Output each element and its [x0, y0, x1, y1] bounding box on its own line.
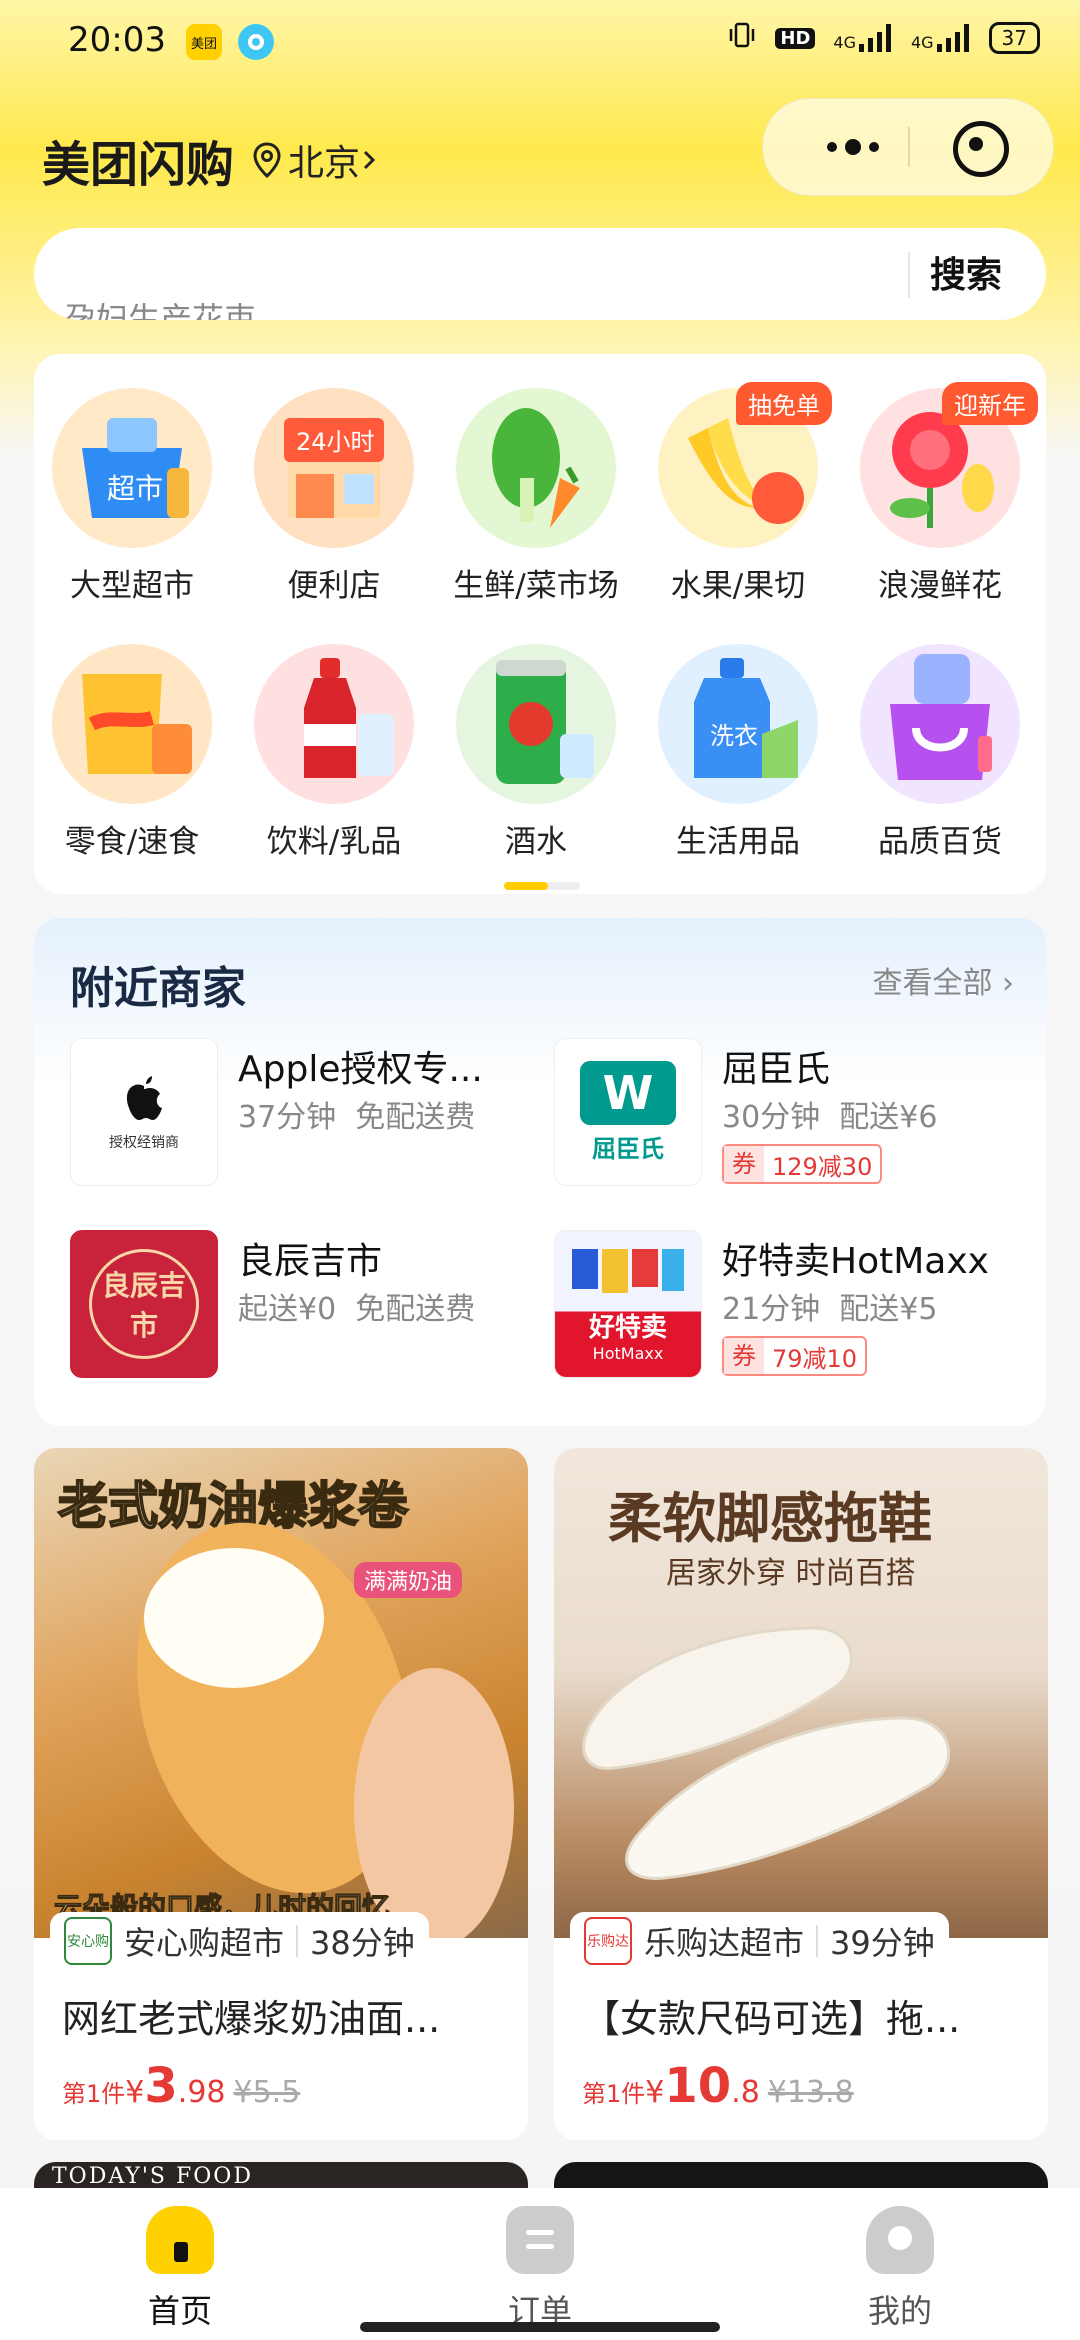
shop-tag: 安心购 安心购超市 38分钟: [50, 1912, 429, 1970]
shopping-bag-icon: [860, 644, 1020, 804]
signal-2-icon: 4G: [911, 24, 971, 52]
location-pin-icon: [253, 142, 281, 178]
watsons-logo: W 屈臣氏: [554, 1038, 702, 1186]
location-text: 北京: [288, 143, 361, 184]
merchant-apple[interactable]: 授权经销商 Apple授权专... 37分钟 免配送费: [70, 1038, 540, 1188]
tab-orders[interactable]: 订单: [460, 2206, 620, 2332]
tab-bar: 首页 订单 我的: [0, 2188, 1080, 2340]
merchant-name: 良辰吉市: [238, 1241, 383, 1282]
product-price: 第1件¥10.8 ¥13.8: [582, 2058, 854, 2114]
merchant-meta: 21分钟 配送¥5: [722, 1292, 938, 1327]
meituan-app-icon: 美团: [186, 24, 222, 60]
liangchen-logo: 良辰吉市: [70, 1230, 218, 1378]
tab-profile[interactable]: 我的: [820, 2206, 980, 2332]
detergent-icon: 洗衣: [658, 644, 818, 804]
home-icon: [146, 2206, 214, 2274]
app-title: 美团闪购: [42, 137, 235, 193]
header: 美团闪购 北京: [42, 125, 384, 195]
snacks-icon: [52, 644, 212, 804]
watsons-w-icon: W: [580, 1060, 676, 1125]
shop-tag: 乐购达 乐购达超市 39分钟: [570, 1912, 949, 1970]
coupon-tag: 券 129减30: [722, 1144, 883, 1184]
merchant-liangchen[interactable]: 良辰吉市 良辰吉市 起送¥0 免配送费: [70, 1230, 540, 1380]
search-bar[interactable]: 孕妇生产花束 搜索: [34, 228, 1046, 320]
merchant-name: 好特卖HotMaxx: [722, 1241, 989, 1282]
search-button[interactable]: 搜索: [930, 246, 1002, 298]
product-title: 【女款尺码可选】拖...: [582, 1997, 961, 2041]
merchant-name: Apple授权专...: [238, 1049, 483, 1090]
chat-app-icon: [238, 24, 274, 60]
nearby-title: 附近商家: [70, 963, 246, 1014]
signal-1-icon: 4G: [833, 24, 893, 52]
category-daily-goods[interactable]: 洗衣 生活用品: [638, 644, 838, 861]
status-bar: 20:03 美团 HD 4G 4G 37: [0, 0, 1080, 80]
category-badge: 抽免单: [736, 382, 832, 425]
merchant-meta: 30分钟 配送¥6: [722, 1100, 938, 1135]
search-input[interactable]: 孕妇生产花束: [64, 294, 256, 320]
location-selector[interactable]: 北京: [252, 134, 384, 186]
category-convenience-store[interactable]: 24小时 便利店: [234, 388, 434, 605]
category-alcohol[interactable]: 酒水: [436, 644, 636, 861]
merchant-meta: 起送¥0 免配送费: [238, 1292, 476, 1327]
tab-home[interactable]: 首页: [100, 2206, 260, 2332]
category-badge: 迎新年: [942, 382, 1038, 425]
coupon-tag: 券 79减10: [722, 1336, 868, 1376]
drinks-icon: [254, 644, 414, 804]
category-drinks[interactable]: 饮料/乳品: [234, 644, 434, 861]
svg-text:超市: 超市: [107, 472, 163, 505]
category-supermarket[interactable]: 超市 大型超市: [32, 388, 232, 605]
merchant-watsons[interactable]: W 屈臣氏 屈臣氏 30分钟 配送¥6 券 129减30: [554, 1038, 1024, 1188]
shop-logo: 安心购: [64, 1917, 112, 1965]
hd-icon: HD: [775, 27, 816, 49]
category-page-indicator: [504, 882, 580, 890]
merchant-hotmaxx[interactable]: 好特卖 HotMaxx 好特卖HotMaxx 21分钟 配送¥5 券 79减10: [554, 1230, 1024, 1380]
merchant-name: 屈臣氏: [722, 1049, 831, 1090]
shop-logo: 乐购达: [584, 1917, 632, 1965]
product-image: 老式奶油爆浆卷 满满奶油 云朵般的口感，儿时的回忆: [34, 1448, 528, 1938]
supermarket-basket-icon: 超市: [52, 388, 212, 548]
product-price: 第1件¥3.98 ¥5.5: [62, 2058, 301, 2114]
view-all-link[interactable]: 查看全部 ›: [872, 958, 1014, 1002]
category-fresh-market[interactable]: 生鲜/菜市场: [436, 388, 636, 605]
profile-icon: [866, 2206, 934, 2274]
svg-text:24小时: 24小时: [296, 428, 375, 456]
product-image: 柔软脚感拖鞋 居家外穿 时尚百搭: [554, 1448, 1048, 1938]
battery-icon: 37: [988, 22, 1040, 54]
apple-icon: [126, 1076, 162, 1120]
vibrate-icon: [727, 20, 757, 56]
product-title: 网红老式爆浆奶油面...: [62, 1997, 441, 2041]
merchant-meta: 37分钟 免配送费: [238, 1100, 476, 1135]
category-department-store[interactable]: 品质百货: [840, 644, 1040, 861]
product-card[interactable]: 老式奶油爆浆卷 满满奶油 云朵般的口感，儿时的回忆 安心购 安心购超市 38分钟…: [34, 1448, 528, 2140]
product-card[interactable]: 柔软脚感拖鞋 居家外穿 时尚百搭 乐购达 乐购达超市 39分钟 【女款尺码可选】…: [554, 1448, 1048, 2140]
nearby-merchants-card: 附近商家 查看全部 › 授权经销商 Apple授权专... 37分钟 免配送费 …: [34, 918, 1046, 1426]
convenience-store-icon: 24小时: [254, 388, 414, 548]
svg-text:洗衣: 洗衣: [710, 722, 758, 750]
close-miniprogram-button[interactable]: [953, 121, 1009, 177]
category-grid: 超市 大型超市 24小时 便利店 生鲜/菜市场 水果/果切 抽免单 浪漫鲜花 迎…: [34, 354, 1046, 894]
chevron-right-icon: [363, 150, 376, 170]
status-time: 20:03: [68, 20, 166, 60]
beer-can-icon: [456, 644, 616, 804]
category-flowers[interactable]: 浪漫鲜花 迎新年: [840, 382, 1040, 605]
apple-logo: 授权经销商: [70, 1038, 218, 1186]
hotmaxx-logo: 好特卖 HotMaxx: [554, 1230, 702, 1378]
home-indicator: [360, 2322, 720, 2332]
miniprogram-capsule: [762, 98, 1054, 196]
more-menu-button[interactable]: [803, 99, 903, 195]
category-snacks[interactable]: 零食/速食: [32, 644, 232, 861]
category-fruits[interactable]: 水果/果切 抽免单: [638, 382, 838, 605]
vegetables-icon: [456, 388, 616, 548]
order-icon: [506, 2206, 574, 2274]
